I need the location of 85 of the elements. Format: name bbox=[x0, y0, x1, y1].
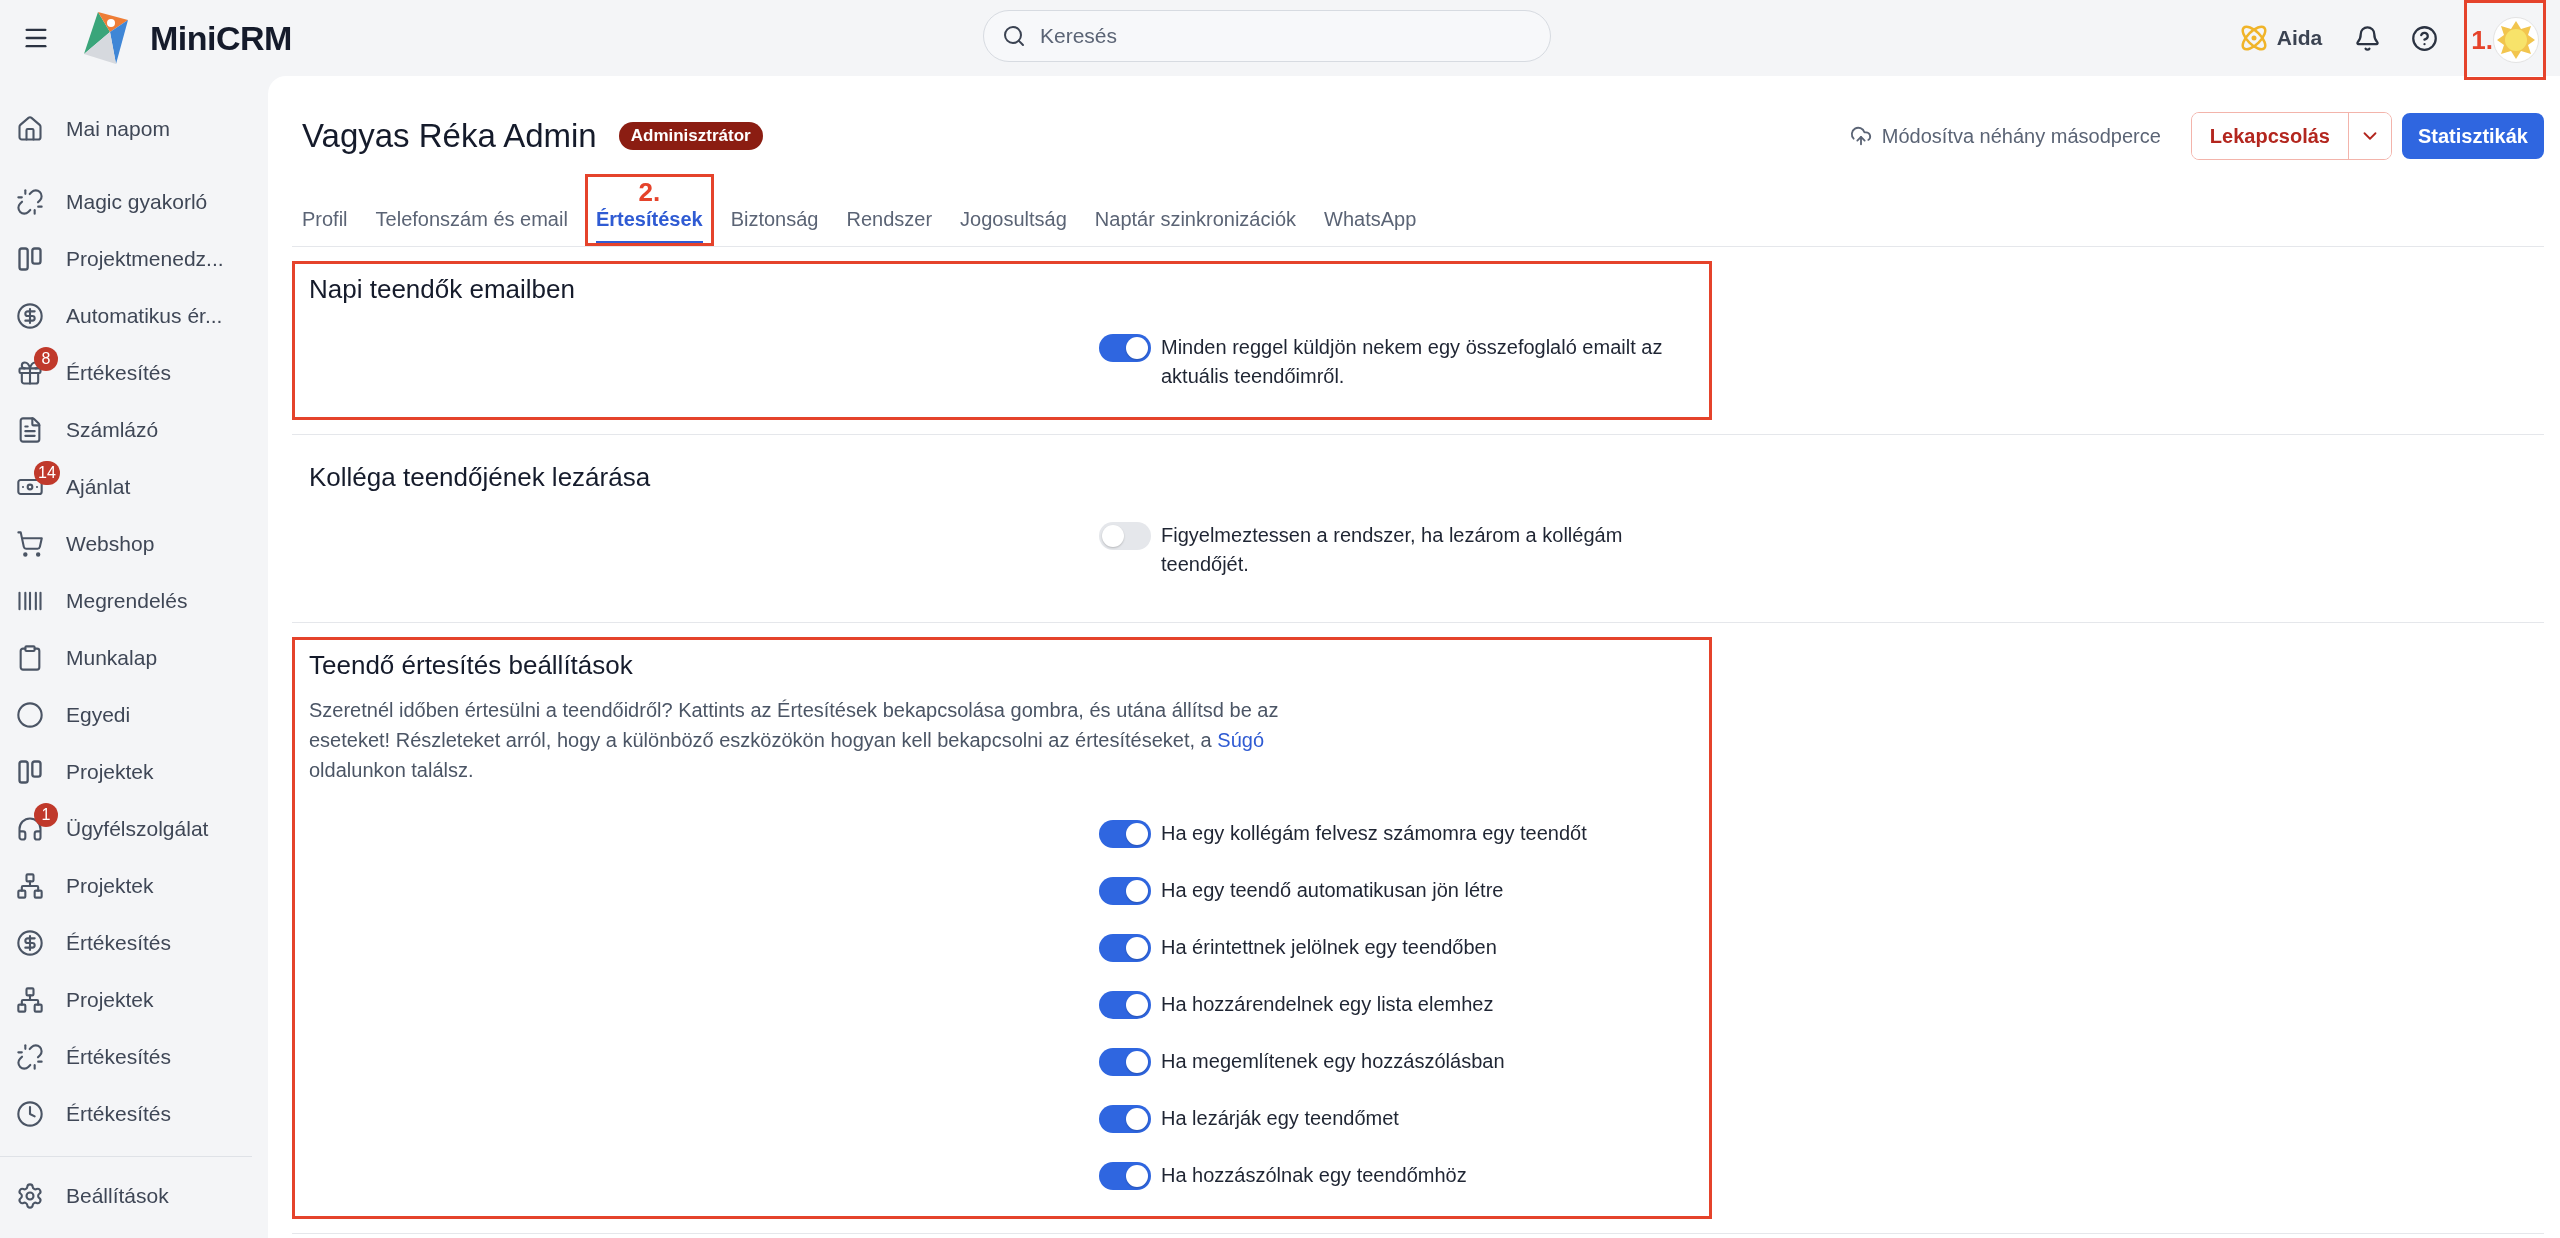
broken-link-icon bbox=[16, 187, 44, 216]
clock-icon bbox=[16, 1099, 44, 1128]
toggle-label: Figyelmeztessen a rendszer, ha lezárom a kollégám teendőjét. bbox=[1161, 523, 1624, 577]
columns-icon bbox=[16, 757, 44, 786]
broken-link-icon bbox=[16, 1042, 44, 1071]
toggle-label: Ha érintettnek jelölnek egy teendőben bbox=[1161, 935, 1498, 960]
tab[interactable]: Profil bbox=[302, 208, 348, 243]
toggle-switch[interactable] bbox=[1099, 1048, 1151, 1076]
sidebar-item[interactable]: Beállítások bbox=[0, 1167, 252, 1224]
toggle-switch[interactable] bbox=[1099, 934, 1151, 962]
section-description: Szeretnél időben értesülni a teendőidről? Kattints az Értesítések bekapcsolása gombra, és utána állítsd be az eseteket! Részleteket arról, hogy a különböző eszközökön hogyan kell bekapcsolni az értesítéseket, a Súgó oldalunkon találsz. bbox=[309, 698, 1280, 783]
sidebar-item[interactable]: Értékesítés bbox=[0, 914, 268, 971]
sidebar-item[interactable]: Számlázó bbox=[0, 401, 268, 458]
search-icon bbox=[1002, 24, 1026, 48]
statistics-button[interactable]: Statisztikák bbox=[2401, 113, 2544, 159]
circle-icon bbox=[16, 700, 44, 729]
sidebar-item[interactable]: Automatikus ér... bbox=[0, 287, 268, 344]
dollar-icon bbox=[16, 928, 44, 957]
toggle-label: Ha lezárják egy teendőmet bbox=[1161, 1106, 1400, 1131]
toggle-switch[interactable] bbox=[1099, 991, 1151, 1019]
sitemap-icon bbox=[16, 985, 44, 1014]
toggle-label: Ha megemlítenek egy hozzászólásban bbox=[1161, 1049, 1506, 1074]
settings-icon bbox=[16, 1181, 44, 1210]
sidebar-item[interactable]: Egyedi bbox=[0, 686, 268, 743]
toggle-switch[interactable] bbox=[1099, 877, 1151, 905]
sidebar-item[interactable]: Munkalap bbox=[0, 629, 268, 686]
sidebar-item[interactable]: Értékesítés bbox=[0, 1085, 268, 1142]
toggle-label: Minden reggel küldjön nekem egy összefoglaló emailt az aktuális teendőimről. bbox=[1161, 335, 1664, 389]
count-badge: 1 bbox=[34, 802, 58, 827]
sidebar-item[interactable]: Megrendelés bbox=[0, 572, 268, 629]
brand-name: MiniCRM bbox=[150, 18, 292, 58]
sidebar-item[interactable]: Magic gyakorló bbox=[0, 173, 268, 230]
section-title: Napi teendők emailben bbox=[309, 274, 576, 305]
toggle-label: Ha egy teendő automatikusan jön létre bbox=[1161, 878, 1505, 903]
help-link[interactable]: Súgó bbox=[1217, 729, 1265, 751]
headset-icon bbox=[16, 814, 44, 843]
tab[interactable]: Értesítések bbox=[595, 208, 703, 243]
tab[interactable]: Telefonszám és email bbox=[375, 208, 568, 243]
help-icon bbox=[2411, 24, 2439, 52]
tab[interactable]: WhatsApp bbox=[1324, 208, 1417, 243]
count-badge: 8 bbox=[34, 346, 58, 371]
atom-icon bbox=[2238, 23, 2269, 53]
toggle-switch[interactable] bbox=[1099, 522, 1151, 550]
disconnect-button[interactable]: Lekapcsolás bbox=[2191, 113, 2349, 159]
columns-icon bbox=[16, 244, 44, 273]
toggle-switch[interactable] bbox=[1099, 1162, 1151, 1190]
toggle-label: Ha hozzászólnak egy teendőmhöz bbox=[1161, 1163, 1468, 1188]
dollar-icon bbox=[16, 301, 44, 330]
sidebar-item[interactable]: Projektek bbox=[0, 857, 268, 914]
page-title: Vagyas Réka Admin bbox=[302, 117, 597, 155]
toggle-switch[interactable] bbox=[1099, 820, 1151, 848]
toggle-label: Ha hozzárendelnek egy lista elemhez bbox=[1161, 992, 1495, 1017]
toggle-switch[interactable] bbox=[1099, 334, 1151, 362]
annotation-label: 2. bbox=[638, 177, 661, 208]
tab[interactable]: Rendszer bbox=[846, 208, 933, 243]
sidebar-item[interactable]: 8 Értékesítés bbox=[0, 344, 268, 401]
section-title: Kolléga teendőjének lezárása bbox=[309, 462, 652, 493]
count-badge: 14 bbox=[34, 460, 60, 485]
annotation-label: 1. bbox=[2471, 24, 2493, 56]
tab[interactable]: Biztonság bbox=[730, 208, 819, 243]
sidebar-item[interactable]: 1 Ügyfélszolgálat bbox=[0, 800, 268, 857]
gift-icon bbox=[16, 358, 44, 387]
cloud-upload-icon bbox=[1849, 125, 1872, 147]
sitemap-icon bbox=[16, 871, 44, 900]
role-badge: Adminisztrátor bbox=[618, 122, 763, 150]
sidebar-item[interactable]: Webshop bbox=[0, 515, 268, 572]
toggle-label: Ha egy kollégám felvesz számomra egy teendőt bbox=[1161, 821, 1588, 846]
tab[interactable]: Naptár szinkronizációk bbox=[1094, 208, 1297, 243]
sidebar-item[interactable]: Projektek bbox=[0, 743, 268, 800]
assistant-button[interactable]: Aida bbox=[2232, 22, 2329, 54]
home-icon bbox=[16, 114, 44, 143]
bell-icon bbox=[2354, 24, 2382, 52]
toggle-switch[interactable] bbox=[1099, 1105, 1151, 1133]
sidebar-item[interactable]: Mai napom bbox=[0, 100, 268, 157]
sidebar-item[interactable]: Projektek bbox=[0, 971, 268, 1028]
cart-icon bbox=[16, 529, 44, 558]
save-status: Módosítva néhány másodperce bbox=[1881, 124, 2161, 148]
tab[interactable]: Jogosultság bbox=[960, 208, 1067, 243]
sidebar-item[interactable]: Értékesítés bbox=[0, 1028, 268, 1085]
search-field[interactable]: Keresés bbox=[983, 10, 1551, 62]
sidebar-item[interactable]: Projektmenedz... bbox=[0, 230, 268, 287]
sun-avatar-icon bbox=[2496, 20, 2536, 60]
search-field[interactable]: Keresés bbox=[1038, 23, 1532, 49]
section-title: Teendő értesítés beállítások bbox=[309, 650, 634, 681]
sidebar-item[interactable]: 14 Ajánlat bbox=[0, 458, 268, 515]
